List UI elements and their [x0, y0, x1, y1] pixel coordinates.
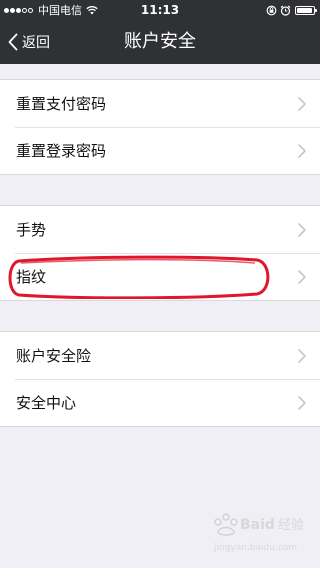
- battery-icon: [295, 5, 317, 15]
- status-right: [263, 4, 317, 16]
- chevron-right-icon: [298, 348, 306, 363]
- alarm-icon: [280, 5, 291, 16]
- list-item-label: 手势: [16, 221, 47, 239]
- list-item-label: 重置支付密码: [16, 95, 107, 113]
- chevron-right-icon: [298, 269, 306, 284]
- chevron-right-icon: [298, 222, 306, 237]
- svg-text:经验: 经验: [278, 517, 304, 533]
- back-button[interactable]: 返回: [8, 20, 50, 64]
- status-bar: 中国电信 11:13: [0, 0, 320, 20]
- svg-text:Baid: Baid: [240, 517, 275, 533]
- list-item-reset-login-password[interactable]: 重置登录密码: [0, 127, 320, 174]
- list-item-account-security-insurance[interactable]: 账户安全险: [0, 332, 320, 379]
- header: 中国电信 11:13 返回 账户安全: [0, 0, 320, 64]
- nav-bar: 返回 账户安全: [0, 20, 320, 64]
- svg-text:jingyan.baidu.com: jingyan.baidu.com: [213, 543, 297, 553]
- settings-group-password: 重置支付密码 重置登录密码: [0, 79, 320, 175]
- chevron-right-icon: [298, 143, 306, 158]
- list-item-label: 重置登录密码: [16, 142, 107, 160]
- list-item-reset-payment-password[interactable]: 重置支付密码: [0, 80, 320, 127]
- list-item-label: 安全中心: [16, 394, 77, 412]
- baidu-jingyan-watermark: Baid 经验 jingyan.baidu.com: [213, 513, 304, 553]
- chevron-left-icon: [8, 33, 18, 51]
- list-item-fingerprint[interactable]: 指纹: [0, 253, 320, 300]
- chevron-right-icon: [298, 96, 306, 111]
- back-label: 返回: [22, 35, 50, 51]
- settings-group-security: 账户安全险 安全中心: [0, 331, 320, 427]
- chevron-right-icon: [298, 395, 306, 410]
- list-item-label: 账户安全险: [16, 347, 92, 365]
- list-item-gesture[interactable]: 手势: [0, 206, 320, 253]
- list-item-security-center[interactable]: 安全中心: [0, 379, 320, 426]
- rotation-lock-icon: [266, 5, 277, 15]
- settings-group-biometric: 手势 指纹: [0, 205, 320, 301]
- screen: 中国电信 11:13 返回 账户安全 重置支付密码 重置登录密码 手势 指纹 账…: [0, 0, 320, 568]
- battery-fill: [297, 7, 312, 13]
- list-item-label: 指纹: [16, 268, 47, 286]
